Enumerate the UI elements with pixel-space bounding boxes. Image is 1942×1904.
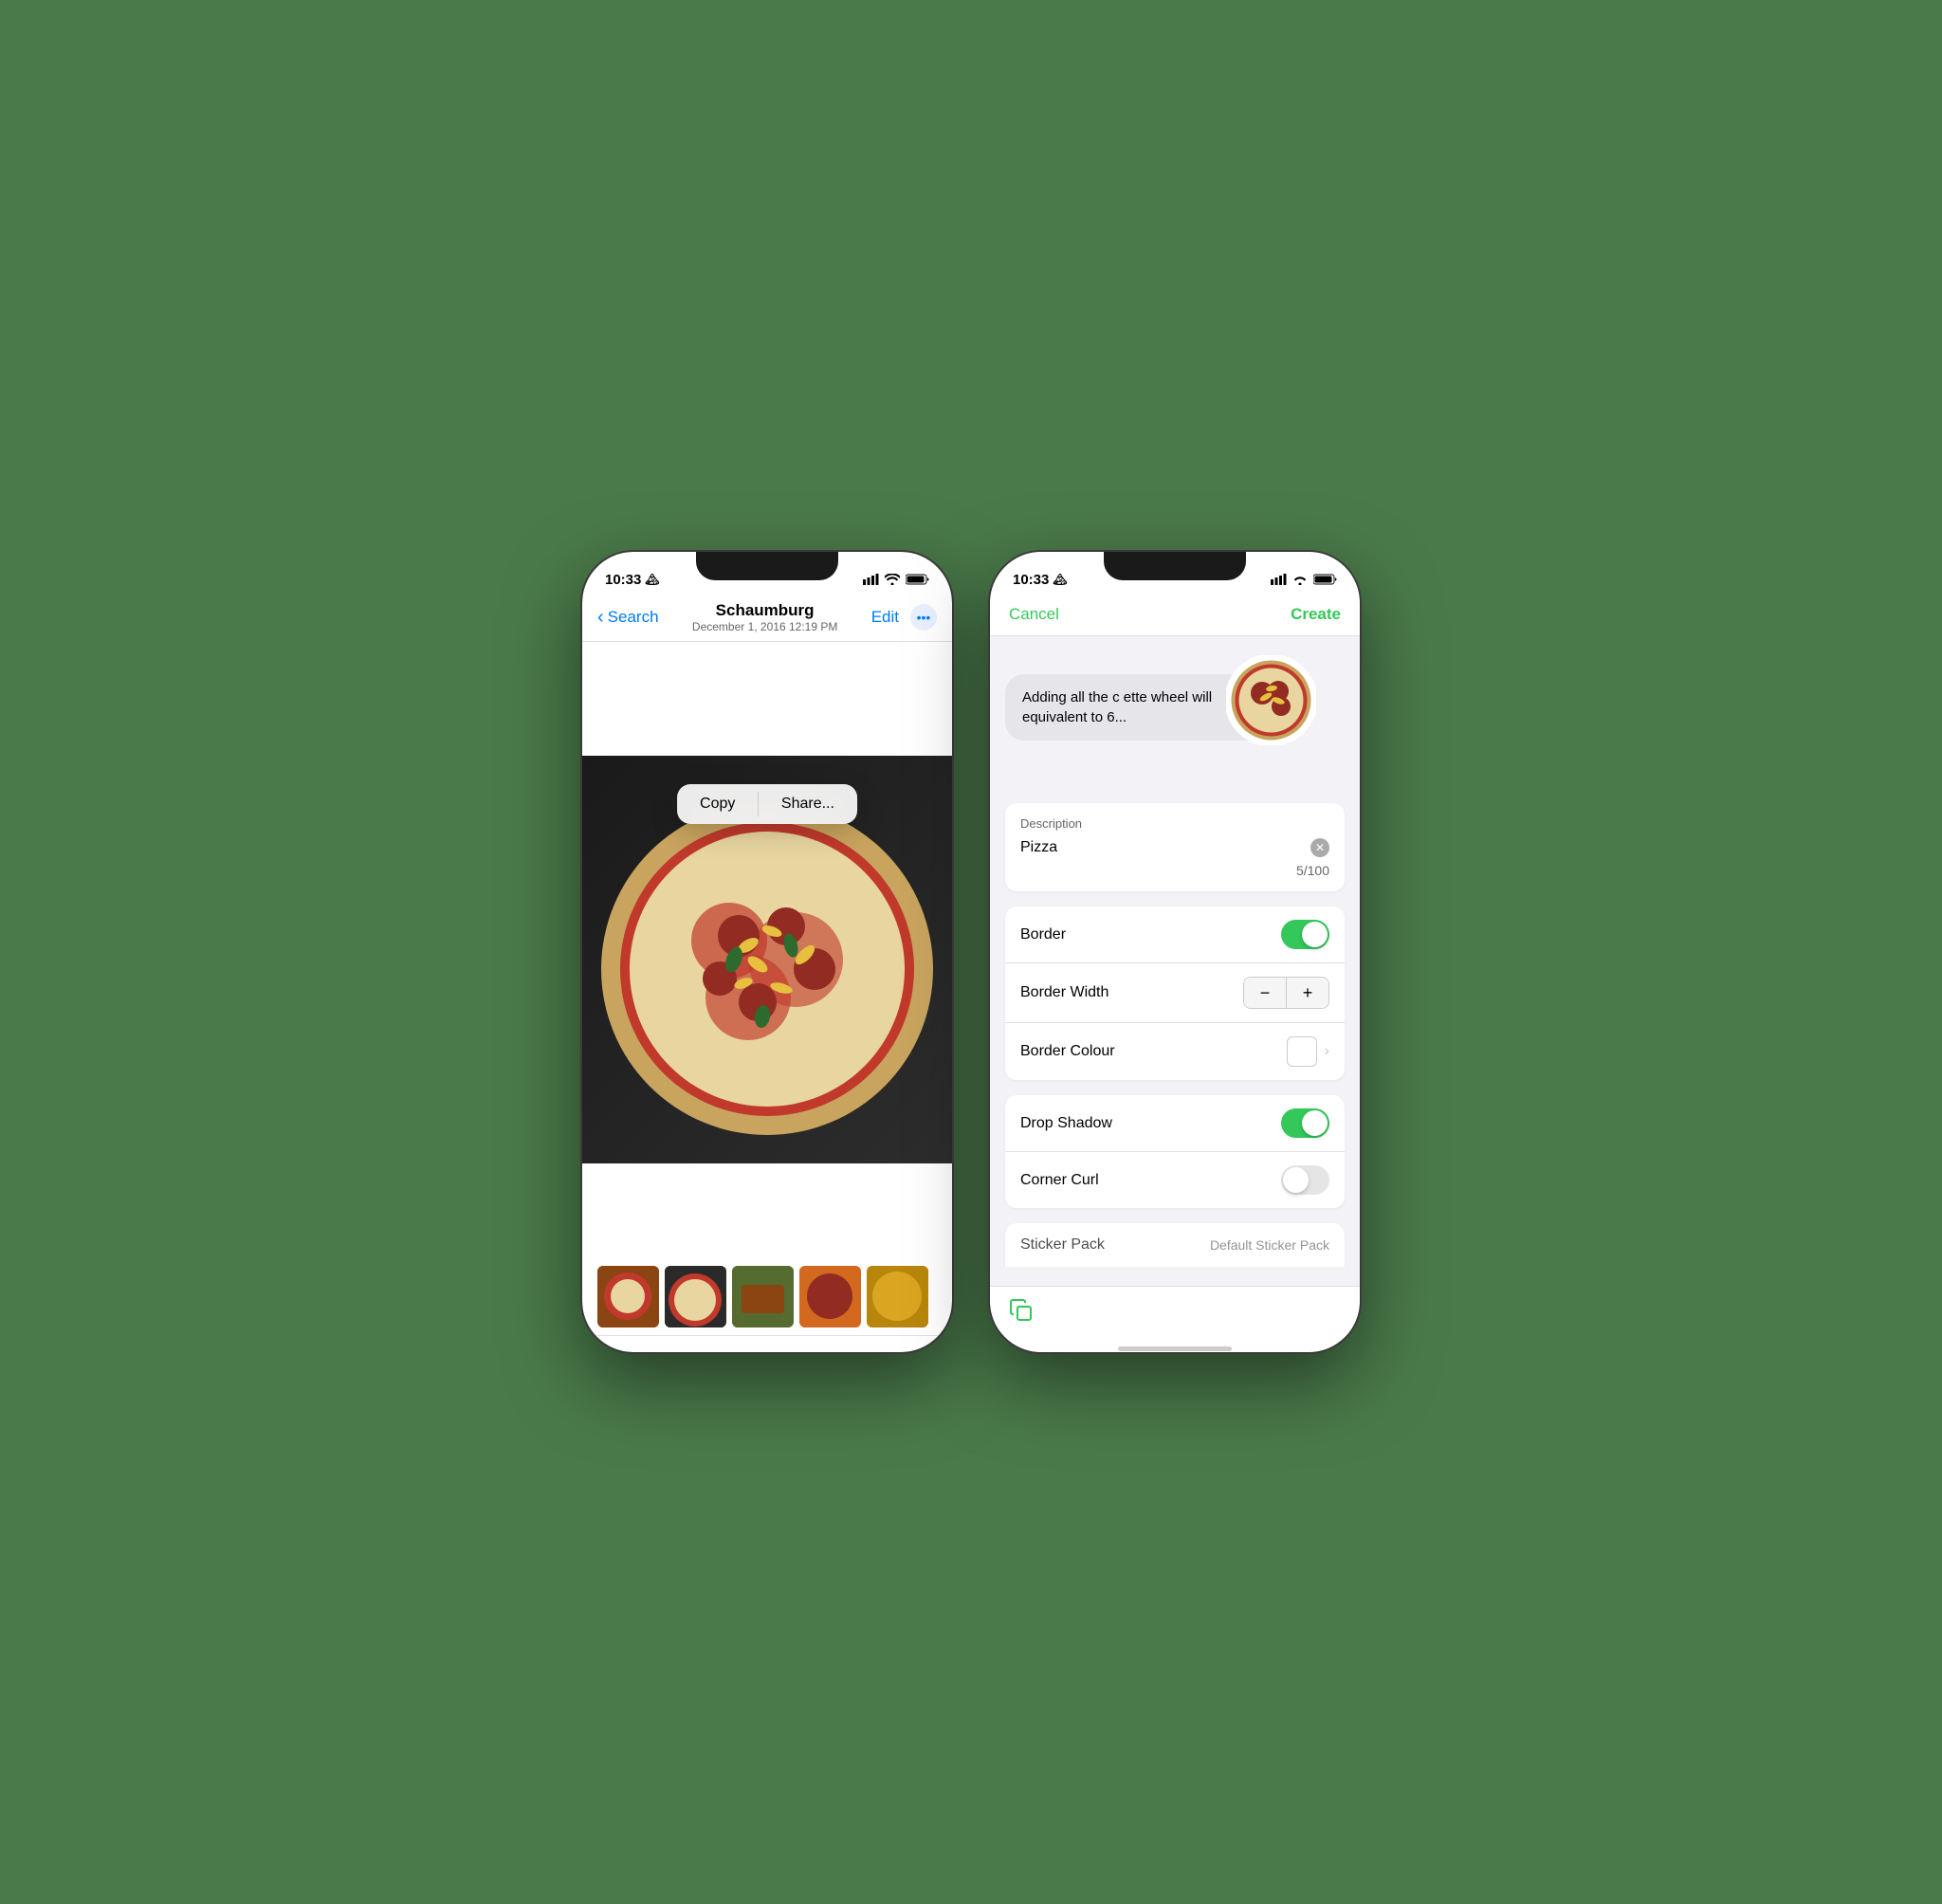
thumbnail-4[interactable] (799, 1266, 861, 1327)
battery-icon-1 (906, 574, 929, 585)
border-section: Border Border Width − + Border Colour (1005, 906, 1345, 1080)
notch-2 (1104, 552, 1246, 580)
corner-curl-label: Corner Curl (1020, 1172, 1099, 1189)
delete-button[interactable] (879, 1351, 900, 1352)
bottom-spacer (990, 1267, 1360, 1286)
border-colour-row[interactable]: Border Colour › (1005, 1023, 1345, 1080)
share-button[interactable] (634, 1351, 657, 1352)
sticker-preview-image (1226, 655, 1316, 745)
time-1: 10:33 🏔 (605, 572, 660, 588)
stepper-minus[interactable]: − (1244, 978, 1286, 1008)
sticker-pack-value: Default Sticker Pack (1210, 1237, 1329, 1253)
sticker-preview: Adding all the c ette wheel will equival… (990, 636, 1360, 788)
edit-button-1[interactable]: Edit (871, 608, 899, 627)
battery-icon-2 (1313, 574, 1337, 585)
description-input[interactable]: Pizza (1020, 839, 1310, 856)
thumbnail-1[interactable] (597, 1266, 659, 1327)
copy-icon (1009, 1298, 1034, 1323)
more-button-1[interactable]: ••• (910, 604, 937, 631)
location-icon-2: 🏔 (1053, 573, 1067, 586)
border-width-row: Border Width − + (1005, 963, 1345, 1023)
description-input-row: Pizza ✕ (1020, 838, 1329, 857)
back-chevron-1: ‹ (597, 607, 604, 629)
shadow-section: Drop Shadow Corner Curl (1005, 1095, 1345, 1208)
sticker-pack-label: Sticker Pack (1020, 1236, 1105, 1254)
status-icons-2 (1271, 574, 1337, 585)
info-button[interactable] (797, 1351, 820, 1352)
nav-actions-1: Edit ••• (871, 604, 937, 631)
color-row: › (1287, 1036, 1329, 1067)
thumbnail-strip[interactable] (582, 1258, 952, 1335)
border-toggle-thumb (1302, 922, 1328, 947)
description-section: Description Pizza ✕ 5/100 (1005, 803, 1345, 891)
favorite-button[interactable] (716, 1351, 739, 1352)
context-menu: Copy Share... (677, 784, 857, 824)
time-2: 10:33 🏔 (1013, 572, 1068, 588)
copy-sticker-button[interactable] (1009, 1298, 1034, 1327)
status-icons-1 (863, 574, 929, 585)
nav-title-1: Schaumburg December 1, 2016 12:19 PM (692, 601, 837, 633)
phone-2: 10:33 🏔 (990, 552, 1360, 1352)
message-text: Adding all the c ette wheel will equival… (1022, 689, 1212, 725)
sticker-pack-row[interactable]: Sticker Pack Default Sticker Pack (1005, 1223, 1345, 1267)
home-indicator-2 (1118, 1346, 1232, 1351)
create-button[interactable]: Create (1291, 605, 1341, 624)
border-label: Border (1020, 926, 1066, 943)
thumbnail-5[interactable] (867, 1266, 928, 1327)
colour-chevron: › (1325, 1043, 1329, 1060)
share-menu-item[interactable]: Share... (759, 784, 857, 824)
sticker-nav: Cancel Create (990, 594, 1360, 636)
drop-shadow-toggle-thumb (1302, 1110, 1328, 1136)
drop-shadow-label: Drop Shadow (1020, 1115, 1112, 1132)
photo-area: Copy Share... (582, 756, 952, 1163)
home-bar-2 (990, 1339, 1360, 1352)
screen-2: 10:33 🏔 (990, 552, 1360, 1352)
note-content (582, 1163, 952, 1258)
copy-menu-item[interactable]: Copy (677, 784, 758, 824)
border-toggle[interactable] (1281, 920, 1329, 949)
sticker-pack-section: Sticker Pack Default Sticker Pack (1005, 1223, 1345, 1267)
thumbnail-3[interactable] (732, 1266, 794, 1327)
wifi-icon-1 (885, 574, 900, 585)
clear-button[interactable]: ✕ (1310, 838, 1329, 857)
note-title-1: Schaumburg (692, 601, 837, 620)
drop-shadow-row: Drop Shadow (1005, 1095, 1345, 1152)
signal-icon-1 (863, 574, 879, 585)
location-icon-1: 🏔 (645, 573, 659, 586)
border-row: Border (1005, 906, 1345, 963)
sticker-bottom-bar (990, 1286, 1360, 1339)
back-label-1[interactable]: Search (608, 608, 659, 627)
description-label: Description (1020, 816, 1329, 831)
color-swatch[interactable] (1287, 1036, 1317, 1067)
notch-1 (696, 552, 838, 580)
phone-1: 10:33 🏔 (582, 552, 952, 1352)
corner-curl-toggle[interactable] (1281, 1165, 1329, 1195)
bottom-toolbar (582, 1335, 952, 1352)
signal-icon-2 (1271, 574, 1287, 585)
nav-bar-1: ‹ Search Schaumburg December 1, 2016 12:… (582, 594, 952, 642)
sticker-screen: 10:33 🏔 (990, 552, 1360, 1352)
border-width-stepper: − + (1243, 977, 1329, 1009)
corner-curl-row: Corner Curl (1005, 1152, 1345, 1208)
screen-1: 10:33 🏔 (582, 552, 952, 1352)
border-width-label: Border Width (1020, 984, 1108, 1001)
char-count: 5/100 (1020, 863, 1329, 878)
wifi-icon-2 (1292, 574, 1308, 585)
pizza-image (596, 779, 938, 1140)
corner-curl-toggle-thumb (1283, 1167, 1309, 1193)
note-date-1: December 1, 2016 12:19 PM (692, 620, 837, 633)
drop-shadow-toggle[interactable] (1281, 1108, 1329, 1138)
border-colour-label: Border Colour (1020, 1043, 1115, 1060)
thumbnail-2[interactable] (665, 1266, 726, 1327)
cancel-button[interactable]: Cancel (1009, 605, 1059, 624)
back-button-1[interactable]: ‹ Search (597, 607, 659, 629)
stepper-plus[interactable]: + (1287, 978, 1328, 1008)
note-text-area (582, 642, 952, 756)
